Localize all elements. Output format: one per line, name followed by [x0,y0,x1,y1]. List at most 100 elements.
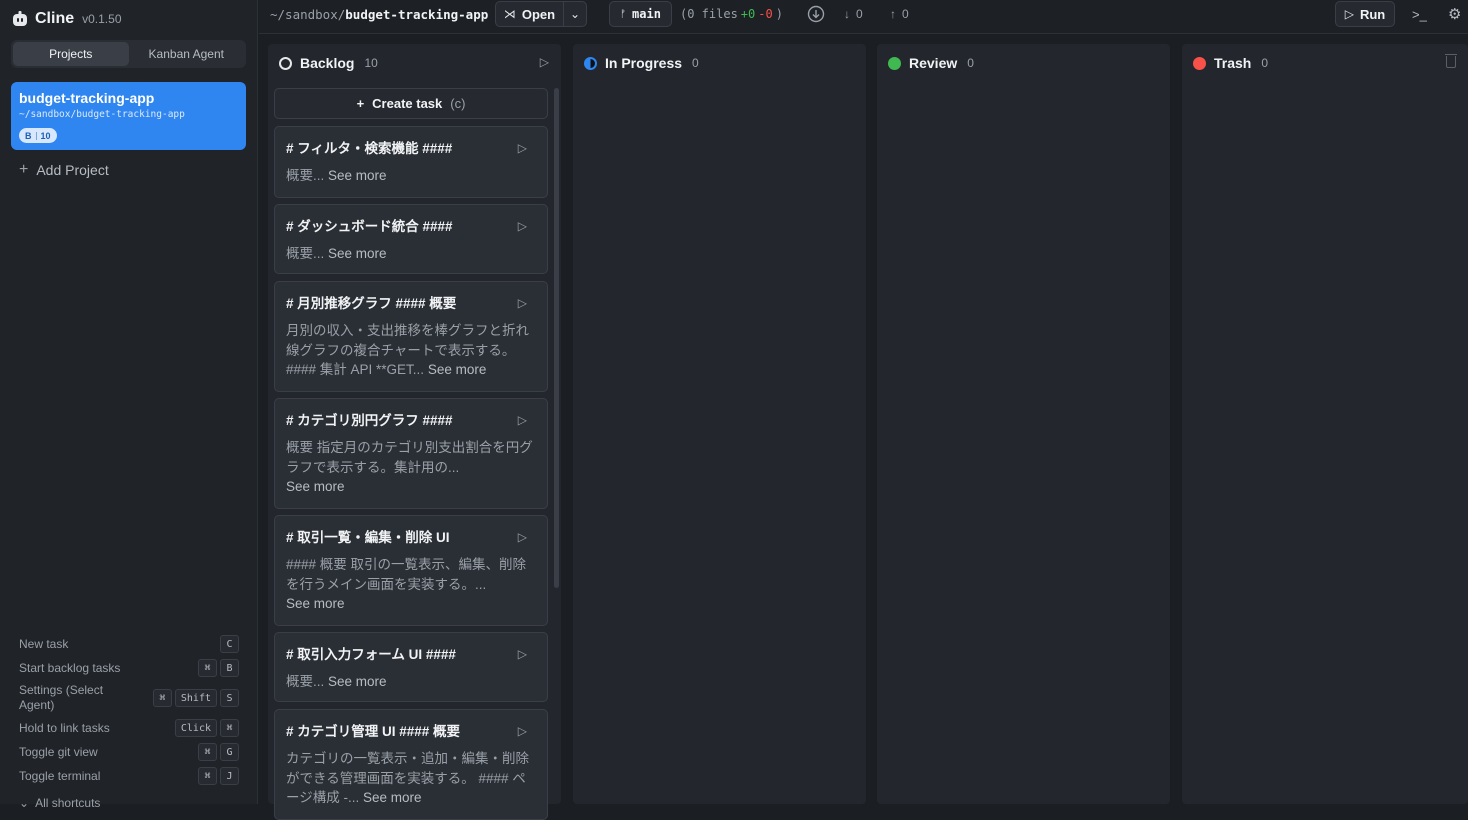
column-count: 0 [967,56,974,70]
scrollbar[interactable] [554,88,559,588]
create-task-label: Create task [372,96,443,111]
play-icon[interactable]: ▷ [518,413,527,427]
project-card-budget-tracking-app[interactable]: budget-tracking-app ~/sandbox/budget-tra… [11,82,246,150]
shortcut-git-view: Toggle git view ⌘ G [19,740,239,764]
column-count: 0 [1261,56,1269,70]
push-button[interactable]: ↑ 0 [890,4,909,24]
settings-button[interactable]: ⚙ [1448,4,1461,24]
key: C [220,635,239,653]
see-more-link[interactable]: See more [286,596,345,611]
pull-button[interactable]: ↓ 0 [844,4,863,24]
arrow-up-icon: ↑ [890,7,896,21]
app-name: Cline [35,10,75,27]
task-title: # カテゴリ別円グラフ #### [286,413,453,428]
open-button[interactable]: ⋊ Open [495,1,564,27]
project-name: budget-tracking-app [19,90,155,106]
terminal-button[interactable]: >_ [1412,4,1427,24]
play-icon[interactable]: ▷ [518,296,527,310]
run-button[interactable]: ▷ Run [1335,1,1395,27]
key: ⌘ [152,689,172,707]
shortcut-terminal: Toggle terminal ⌘ J [19,764,239,788]
see-more-link[interactable]: See more [363,790,422,805]
key: ⌘ [198,659,217,677]
fetch-icon [807,5,825,23]
column-header: In Progress 0 [584,54,699,72]
column-header: Trash 0 [1193,54,1268,72]
see-more-link[interactable]: See more [328,246,387,261]
gear-icon: ⚙ [1448,6,1462,23]
task-card[interactable]: # フィルタ・検索機能 #### ▷ 概要... See more [274,126,548,198]
path-prefix: ~/sandbox/ [270,6,346,22]
chevron-down-icon: ⌄ [19,796,30,810]
topbar: ~/sandbox/ budget-tracking-app ⋊ Open ⌄ … [259,0,1468,34]
fetch-button[interactable] [807,4,825,24]
task-card[interactable]: # 取引一覧・編集・削除 UI ▷ #### 概要 取引の一覧表示、編集、削除を… [274,515,548,626]
key: Shift [174,689,217,707]
create-task-button[interactable]: + Create task (c) [274,88,548,119]
create-task-shortcut: (c) [450,96,466,111]
tab-projects[interactable]: Projects [13,42,129,66]
play-icon[interactable]: ▷ [518,219,527,233]
backlog-status-icon [279,56,292,70]
sidebar: Cline v0.1.50 Projects Kanban Agent budg… [0,0,258,810]
open-dropdown-button[interactable]: ⌄ [563,1,587,27]
git-branch-icon: ᚠ [620,8,627,20]
all-shortcuts-toggle[interactable]: ⌄ All shortcuts [19,796,239,810]
task-card[interactable]: # ダッシュボード統合 #### ▷ 概要... See more [274,204,548,274]
tab-kanban-agent[interactable]: Kanban Agent [129,42,245,66]
shortcuts-list: New task C Start backlog tasks ⌘ B Settin… [19,632,239,810]
breadcrumb: ~/sandbox/ budget-tracking-app [270,0,488,28]
badge-count: 10 [40,130,51,141]
key: G [220,743,239,761]
plus-icon: + [19,161,29,178]
review-status-icon [888,56,901,70]
column-review: Review 0 [877,44,1170,804]
removed-lines: -0 [758,7,773,21]
shortcut-settings: Settings (Select Agent) ⌘ Shift S [19,680,239,716]
see-more-link[interactable]: See more [328,674,387,689]
task-card[interactable]: # 月別推移グラフ #### 概要 ▷ 月別の収入・支出推移を棒グラフと折れ線グ… [274,281,548,392]
branch-name: main [632,7,661,21]
terminal-icon: >_ [1412,6,1427,22]
column-title: Review [909,55,958,71]
shortcut-label: New task [19,637,69,651]
shortcut-link-tasks: Hold to link tasks Click ⌘ [19,716,239,740]
trash-icon[interactable] [1445,54,1457,68]
task-description: #### 概要 取引の一覧表示、編集、削除を行うメイン画面を実装する。... Se… [286,557,527,611]
add-project-label: Add Project [36,162,109,178]
key: ⌘ [220,719,239,737]
open-label: Open [521,6,556,22]
see-more-link[interactable]: See more [286,479,345,494]
column-backlog: Backlog 10 ▷ + Create task (c) # フィルタ・検索… [268,44,561,820]
key: J [220,767,239,785]
task-title: # カテゴリ管理 UI #### 概要 [286,724,461,739]
all-shortcuts-label: All shortcuts [35,796,101,810]
shortcut-label: Toggle git view [19,745,98,759]
task-card[interactable]: # カテゴリ別円グラフ #### ▷ 概要 指定月のカテゴリ別支出割合を円グラフ… [274,398,548,509]
task-description: 月別の収入・支出推移を棒グラフと折れ線グラフの複合チャートで表示する。 ####… [286,323,529,377]
shortcut-label: Settings (Select Agent) [19,683,104,712]
branch-button[interactable]: ᚠ main [609,1,672,27]
task-card[interactable]: # 取引入力フォーム UI #### ▷ 概要... See more [274,632,548,702]
see-more-link[interactable]: See more [328,168,387,183]
see-more-link[interactable]: See more [428,362,487,377]
pull-count: 0 [856,7,863,21]
task-description: 概要... See more [286,168,387,183]
key: S [220,689,239,707]
trash-status-icon [1193,56,1206,70]
column-title: Backlog [300,55,355,71]
task-description: 概要 指定月のカテゴリ別支出割合を円グラフで表示する。集計用の... See mo… [286,440,533,494]
play-icon[interactable]: ▷ [518,647,527,661]
start-backlog-play-icon[interactable]: ▷ [540,55,549,69]
play-icon: ▷ [1344,7,1354,21]
vscode-icon: ⋊ [503,7,516,21]
task-card[interactable]: # カテゴリ管理 UI #### 概要 ▷ カテゴリの一覧表示・追加・編集・削除… [274,709,548,820]
play-icon[interactable]: ▷ [518,724,527,738]
badge-letter: B [25,130,32,141]
play-icon[interactable]: ▷ [518,530,527,544]
badge-divider [35,131,37,140]
play-icon[interactable]: ▷ [518,141,527,155]
task-description: 概要... See more [286,674,387,689]
add-project-button[interactable]: + Add Project [19,161,109,179]
files-close: ) [775,7,783,21]
